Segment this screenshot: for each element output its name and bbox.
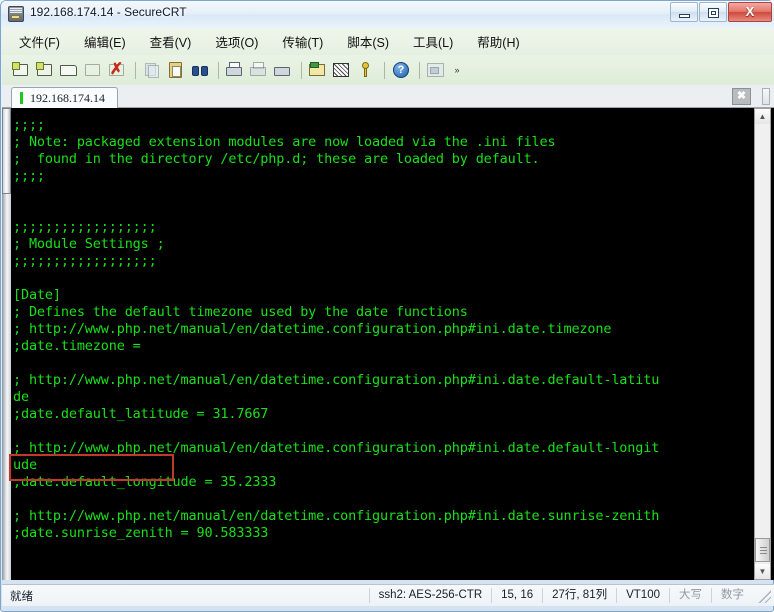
menu-file[interactable]: 文件(F) [16, 30, 63, 53]
status-right-group: ssh2: AES-256-CTR 15, 16 27行, 81列 VT100 … [368, 588, 774, 603]
status-emulation: VT100 [616, 588, 669, 603]
tab-strip: 192.168.174.14 ✖ [2, 85, 774, 109]
menu-edit[interactable]: 编辑(E) [81, 30, 129, 53]
menu-script[interactable]: 脚本(S) [344, 30, 392, 53]
terminal-line: ;date.default_longitude = 35.2333 [13, 474, 277, 490]
status-size: 27行, 81列 [542, 588, 616, 603]
securecrt-window: 192.168.174.14 - SecureCRT X 文件(F) 编辑(E)… [0, 0, 774, 612]
terminal-vertical-scrollbar[interactable]: ▲ ▼ [754, 108, 771, 580]
key-icon[interactable] [355, 59, 377, 81]
menu-view[interactable]: 查看(V) [147, 30, 195, 53]
tab-label: 192.168.174.14 [30, 90, 105, 105]
terminal-output[interactable]: ;;;;; Note: packaged extension modules a… [11, 108, 756, 580]
terminal-line: ; http://www.php.net/manual/en/datetime.… [13, 321, 612, 337]
terminal-left-scrollbar[interactable] [2, 108, 11, 580]
status-ready: 就绪 [10, 590, 33, 603]
terminal-line: ; Module Settings ; [13, 236, 165, 252]
connect-sftp-icon[interactable] [34, 59, 56, 81]
tab-session-active[interactable]: 192.168.174.14 [11, 87, 118, 109]
toolbar-overflow-icon[interactable]: » [451, 65, 463, 75]
arrange-windows-icon[interactable] [425, 59, 447, 81]
window-controls: X [670, 2, 772, 22]
help-icon[interactable]: ? [390, 59, 412, 81]
tab-connected-indicator-icon [20, 92, 23, 104]
tab-close-button[interactable]: ✖ [732, 88, 751, 105]
resize-grip-icon[interactable] [757, 588, 771, 603]
terminal-left-scroll-thumb[interactable] [2, 108, 11, 194]
toolbar-separator [135, 61, 136, 79]
scroll-down-arrow-icon[interactable]: ▼ [755, 564, 770, 579]
minimize-icon [679, 14, 690, 18]
close-button[interactable]: X [728, 2, 772, 22]
terminal-line: de [13, 389, 29, 405]
toolbar-separator [218, 61, 219, 79]
connect-folder-icon[interactable] [58, 59, 80, 81]
paste-icon[interactable] [165, 59, 187, 81]
terminal-line: ; Defines the default timezone used by t… [13, 304, 468, 320]
terminal-line: ;;;; [13, 168, 45, 184]
terminal-line: ;date.sunrise_zenith = 90.583333 [13, 525, 269, 541]
printer-icon[interactable] [272, 59, 294, 81]
app-icon [8, 6, 24, 22]
minimize-button[interactable] [670, 2, 698, 22]
scroll-thumb[interactable] [755, 538, 770, 562]
terminal-line: ; Note: packaged extension modules are n… [13, 134, 556, 150]
status-caps: 大写 [669, 588, 711, 603]
status-num: 数字 [711, 588, 753, 603]
reconnect-icon[interactable] [82, 59, 104, 81]
terminal-line: ; found in the directory /etc/php.d; the… [13, 151, 540, 167]
toolbar-separator [384, 61, 385, 79]
disconnect-icon[interactable]: ✗ [106, 59, 128, 81]
new-session-icon[interactable] [10, 59, 32, 81]
terminal-line: ;;;;;;;;;;;;;;;;;; [13, 253, 157, 269]
terminal-line: ;date.default_latitude = 31.7667 [13, 406, 269, 422]
find-icon[interactable] [189, 59, 211, 81]
session-options-icon[interactable] [307, 59, 329, 81]
tab-scroll-handle[interactable] [762, 88, 770, 105]
menu-tools[interactable]: 工具(L) [410, 30, 456, 53]
window-title: 192.168.174.14 - SecureCRT [30, 5, 187, 19]
menu-bar: 文件(F) 编辑(E) 查看(V) 选项(O) 传输(T) 脚本(S) 工具(L… [2, 28, 774, 55]
maximize-icon [708, 8, 719, 18]
terminal-area: ;;;;; Note: packaged extension modules a… [2, 108, 774, 580]
menu-options[interactable]: 选项(O) [212, 30, 261, 53]
close-icon: X [745, 4, 755, 19]
maximize-button[interactable] [699, 2, 727, 22]
terminal-line: [Date] [13, 287, 61, 303]
toolbar: ✗ ? » [2, 55, 774, 85]
toolbar-separator [419, 61, 420, 79]
title-bar: 192.168.174.14 - SecureCRT X [1, 1, 774, 28]
toolbar-separator [301, 61, 302, 79]
log-session-icon[interactable] [331, 59, 353, 81]
menu-transfer[interactable]: 传输(T) [279, 30, 326, 53]
terminal-line: ;date.timezone = [13, 338, 141, 354]
status-bar: 就绪 ssh2: AES-256-CTR 15, 16 27行, 81列 VT1… [2, 584, 774, 606]
print-selection-icon[interactable] [248, 59, 270, 81]
terminal-line: ;;;; [13, 117, 45, 133]
terminal-line: ; http://www.php.net/manual/en/datetime.… [13, 372, 660, 388]
menu-help[interactable]: 帮助(H) [474, 30, 522, 53]
scroll-up-arrow-icon[interactable]: ▲ [755, 109, 770, 124]
terminal-line: ude [13, 457, 37, 473]
terminal-line: ;;;;;;;;;;;;;;;;;; [13, 219, 157, 235]
status-cursor: 15, 16 [491, 588, 542, 603]
terminal-line: ; http://www.php.net/manual/en/datetime.… [13, 440, 660, 456]
terminal-line: ; http://www.php.net/manual/en/datetime.… [13, 508, 660, 524]
copy-icon[interactable] [141, 59, 163, 81]
status-cipher: ssh2: AES-256-CTR [368, 588, 492, 603]
print-icon[interactable] [224, 59, 246, 81]
